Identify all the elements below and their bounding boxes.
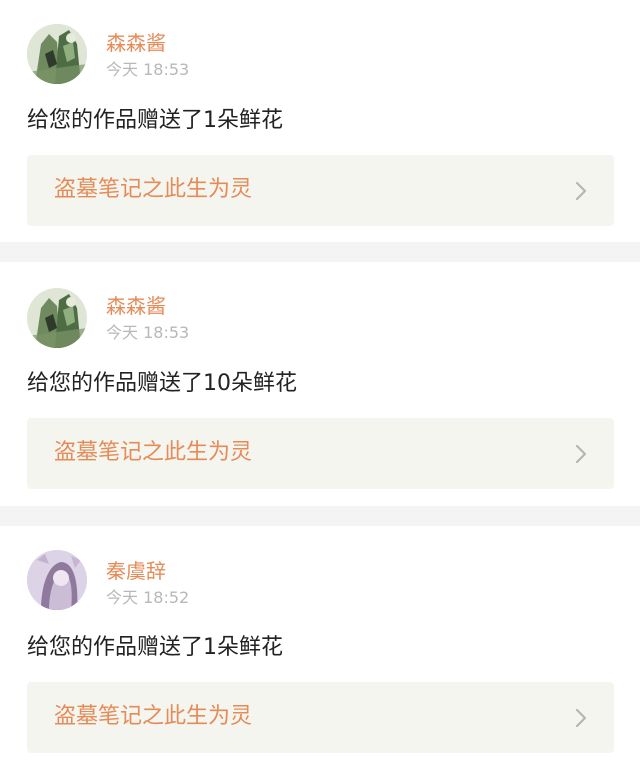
section-divider	[0, 242, 640, 262]
timestamp: 今天 18:53	[106, 323, 190, 342]
notification-message: 给您的作品赠送了1朵鲜花	[27, 108, 283, 133]
notification-message: 给您的作品赠送了10朵鲜花	[27, 371, 297, 396]
username[interactable]: 秦虞辞	[106, 558, 166, 584]
work-link[interactable]: 盗墓笔记之此生为灵	[27, 418, 614, 489]
work-title: 盗墓笔记之此生为灵	[54, 704, 253, 729]
notification-feed: 森森酱 今天 18:53 给您的作品赠送了1朵鲜花 盗墓笔记之此生为灵 森森酱 …	[0, 0, 640, 765]
chevron-right-icon	[575, 444, 587, 464]
work-link[interactable]: 盗墓笔记之此生为灵	[27, 682, 614, 753]
avatar[interactable]	[27, 24, 87, 84]
username[interactable]: 森森酱	[106, 30, 166, 56]
chevron-right-icon	[575, 181, 587, 201]
work-link[interactable]: 盗墓笔记之此生为灵	[27, 155, 614, 226]
avatar[interactable]	[27, 550, 87, 610]
work-title: 盗墓笔记之此生为灵	[54, 440, 253, 465]
timestamp: 今天 18:52	[106, 588, 190, 607]
avatar[interactable]	[27, 288, 87, 348]
timestamp: 今天 18:53	[106, 60, 190, 79]
notification-message: 给您的作品赠送了1朵鲜花	[27, 635, 283, 660]
notification-card: 秦虞辞 今天 18:52 给您的作品赠送了1朵鲜花 盗墓笔记之此生为灵	[0, 526, 640, 765]
username[interactable]: 森森酱	[106, 293, 166, 319]
notification-card: 森森酱 今天 18:53 给您的作品赠送了10朵鲜花 盗墓笔记之此生为灵	[0, 262, 640, 506]
section-divider	[0, 506, 640, 526]
work-title: 盗墓笔记之此生为灵	[54, 177, 253, 202]
chevron-right-icon	[575, 708, 587, 728]
notification-card: 森森酱 今天 18:53 给您的作品赠送了1朵鲜花 盗墓笔记之此生为灵	[0, 0, 640, 242]
